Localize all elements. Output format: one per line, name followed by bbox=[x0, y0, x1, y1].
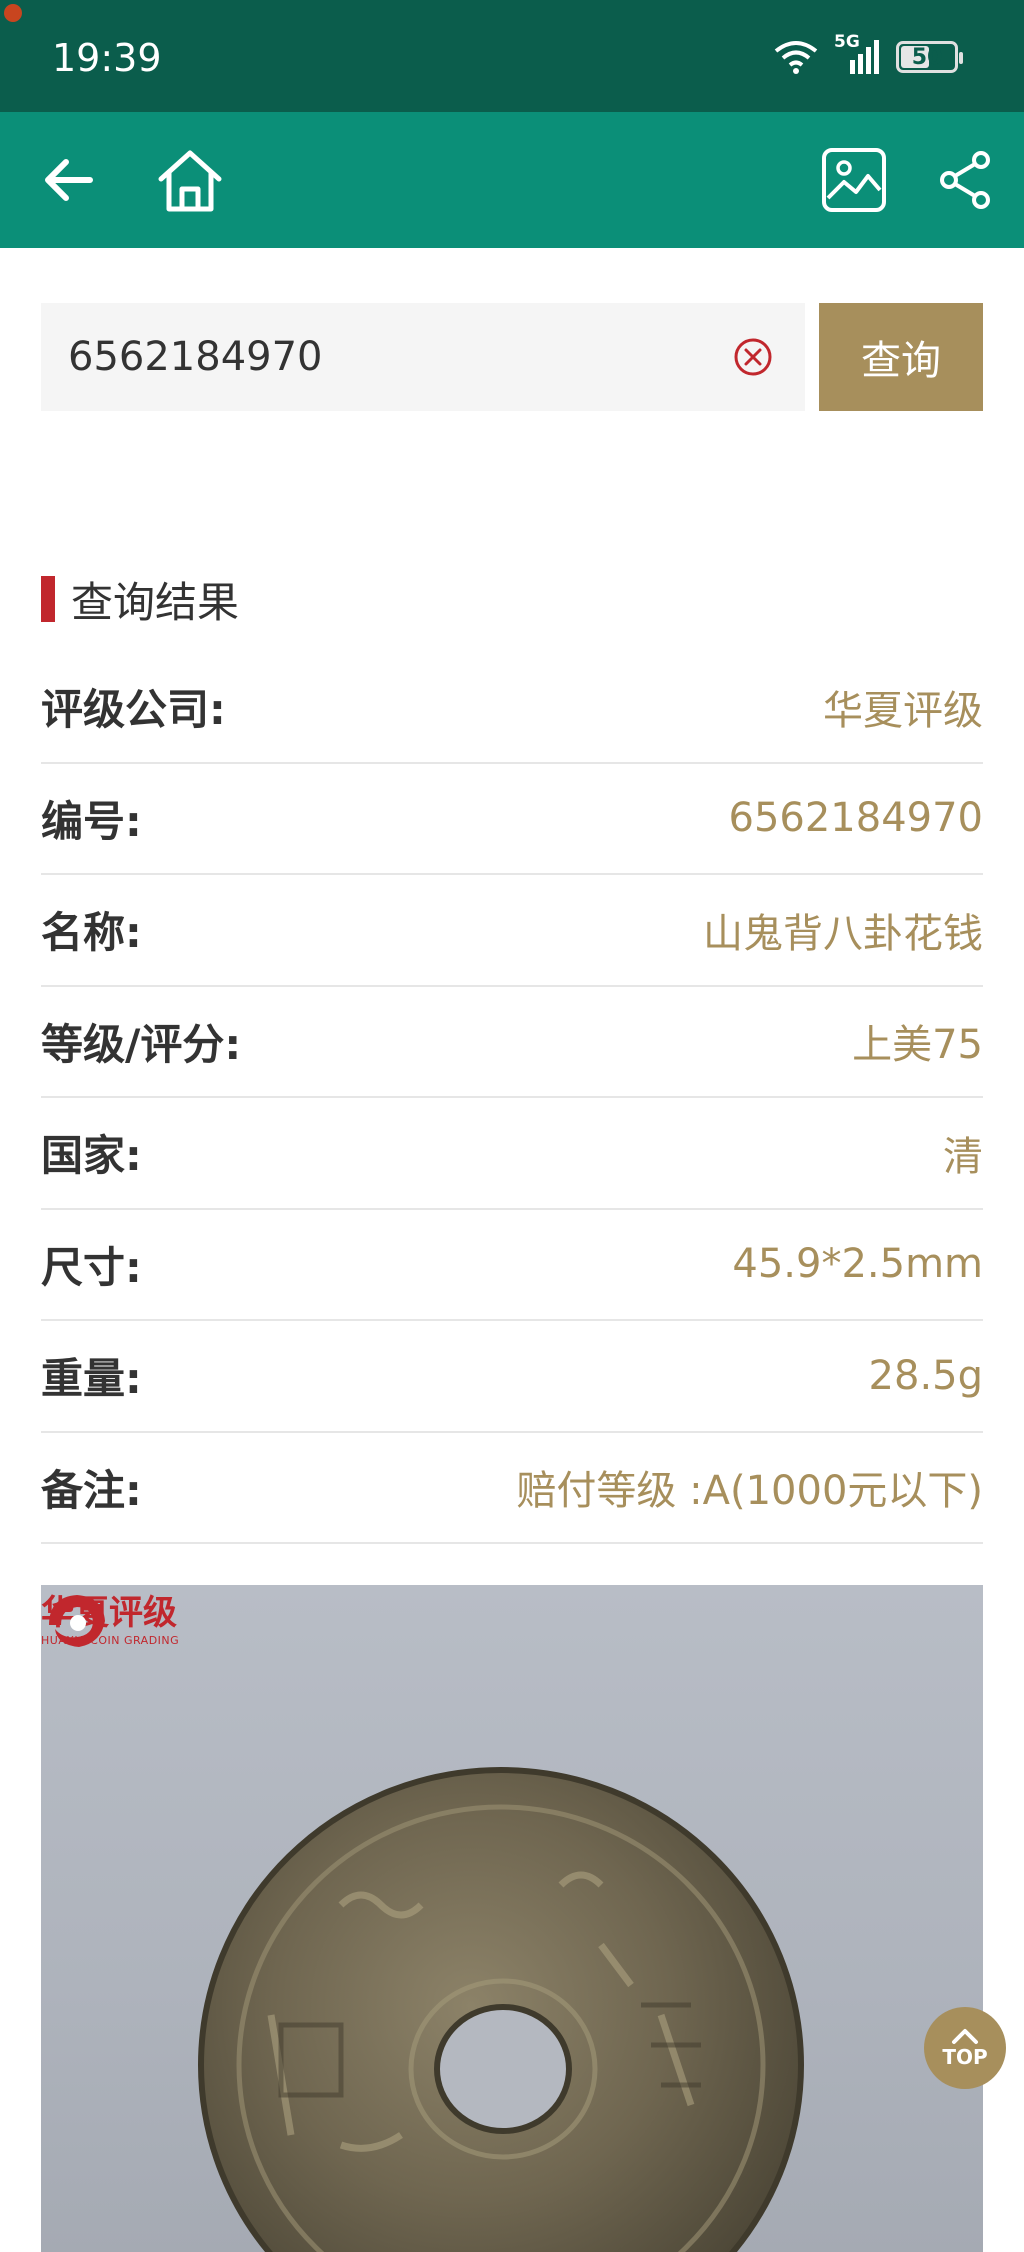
clear-circle-icon[interactable] bbox=[733, 337, 773, 377]
back-button[interactable] bbox=[32, 144, 104, 216]
result-row-size: 尺寸: 45.9*2.5mm bbox=[41, 1210, 983, 1321]
top-label: TOP bbox=[942, 2045, 988, 2069]
result-row-serial-number: 编号: 6562184970 bbox=[41, 764, 984, 875]
status-time: 19:39 bbox=[52, 36, 162, 80]
result-row-remarks: 备注: 赔付等级 :A(1000元以下) bbox=[41, 1433, 983, 1544]
results-table: 评级公司: 华夏评级 编号: 6562184970 名称: 山鬼背八卦花钱 等级… bbox=[41, 652, 983, 1544]
status-bar: 19:39 5G 50 bbox=[0, 0, 1024, 112]
result-row-weight: 重量: 28.5g bbox=[41, 1321, 983, 1433]
result-row-name: 名称: 山鬼背八卦花钱 bbox=[41, 875, 983, 987]
search-input[interactable] bbox=[68, 303, 728, 411]
coin-photo[interactable]: 华夏评级 HUAXIA COIN GRADING bbox=[41, 1585, 983, 2252]
search-box bbox=[41, 303, 805, 411]
query-button[interactable]: 查询 bbox=[819, 303, 983, 411]
result-row-grading-company: 评级公司: 华夏评级 bbox=[41, 652, 983, 764]
arrow-left-icon bbox=[45, 159, 93, 201]
scroll-to-top-button[interactable]: TOP bbox=[924, 2007, 1006, 2089]
app-bar bbox=[0, 112, 1024, 248]
battery-level: 50 bbox=[911, 44, 943, 70]
row-label: 评级公司: bbox=[41, 685, 226, 735]
battery-icon: 50 bbox=[896, 41, 963, 73]
row-value: 清 bbox=[943, 1133, 983, 1180]
row-label: 名称: bbox=[41, 908, 142, 958]
share-button[interactable] bbox=[929, 144, 1001, 216]
results-title: 查询结果 bbox=[71, 577, 240, 627]
coin-image bbox=[198, 1767, 804, 2252]
row-value: 赔付等级 :A(1000元以下) bbox=[516, 1468, 983, 1515]
row-label: 尺寸: bbox=[41, 1242, 142, 1292]
row-value: 45.9*2.5mm bbox=[732, 1241, 983, 1288]
result-row-grade: 等级/评分: 上美75 bbox=[41, 987, 983, 1098]
title-accent-bar bbox=[41, 576, 55, 622]
row-value: 山鬼背八卦花钱 bbox=[703, 910, 983, 957]
row-label: 国家: bbox=[41, 1131, 142, 1181]
grading-watermark-logo: 华夏评级 HUAXIA COIN GRADING bbox=[41, 1585, 179, 1647]
wifi-icon bbox=[774, 41, 818, 74]
chevron-up-icon bbox=[952, 2029, 978, 2044]
row-value: 上美75 bbox=[852, 1022, 983, 1069]
home-icon bbox=[158, 150, 222, 212]
cellular-signal-icon: 5G bbox=[834, 32, 882, 76]
results-section-title: 查询结果 bbox=[41, 576, 239, 627]
search-row: 查询 bbox=[41, 303, 983, 411]
share-icon bbox=[940, 151, 990, 209]
row-value: 28.5g bbox=[868, 1352, 983, 1399]
row-label: 重量: bbox=[41, 1354, 142, 1404]
dragon-logo-icon bbox=[49, 1595, 105, 1647]
row-label: 编号: bbox=[41, 796, 142, 846]
row-value: 6562184970 bbox=[728, 795, 984, 842]
row-label: 备注: bbox=[41, 1465, 142, 1515]
status-icons: 5G 50 bbox=[772, 32, 963, 76]
result-row-country: 国家: 清 bbox=[41, 1098, 983, 1210]
app-notification-icon bbox=[4, 4, 22, 22]
row-value: 华夏评级 bbox=[823, 687, 983, 734]
row-label: 等级/评分: bbox=[41, 1019, 242, 1069]
image-icon bbox=[822, 148, 886, 212]
gallery-button[interactable] bbox=[818, 144, 890, 216]
home-button[interactable] bbox=[154, 144, 226, 216]
